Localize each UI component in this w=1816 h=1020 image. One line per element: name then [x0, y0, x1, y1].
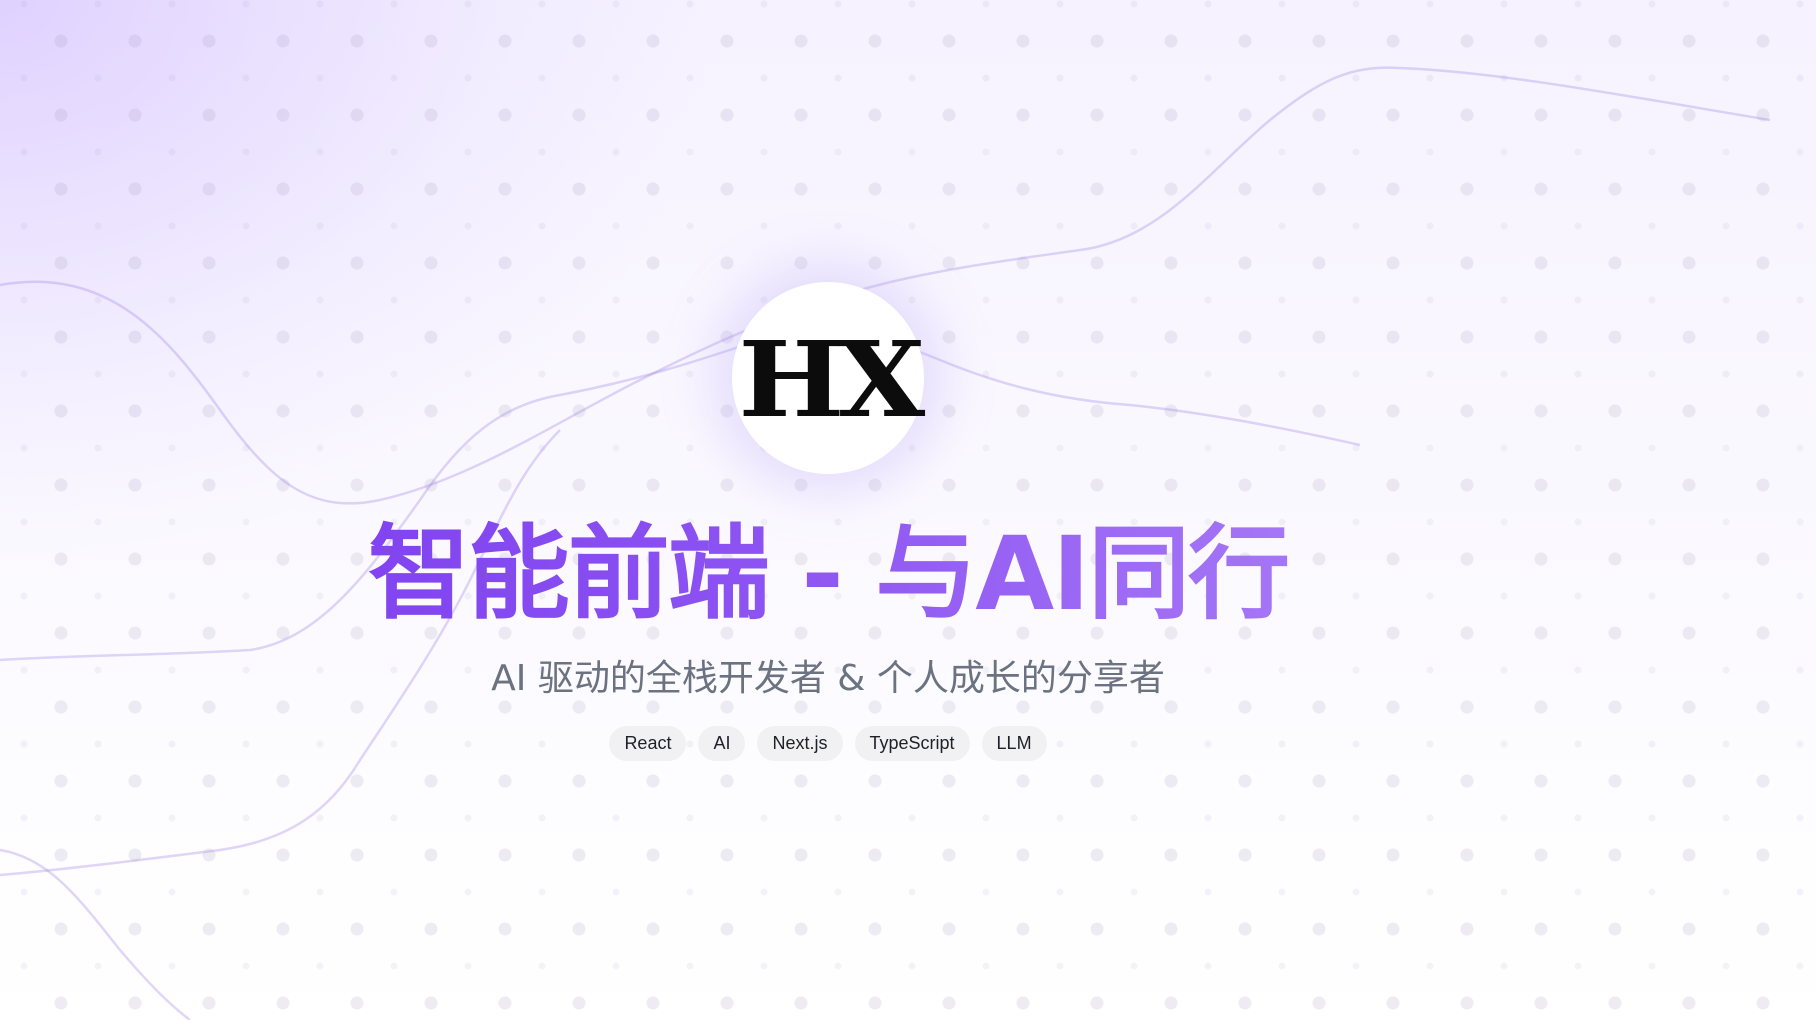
hero-title: 智能前端 - 与AI同行 — [0, 516, 1656, 634]
tag-ai[interactable]: AI — [698, 726, 746, 761]
tag-typescript[interactable]: TypeScript — [854, 726, 970, 761]
logo-avatar: HX — [732, 282, 925, 474]
background-wave-lines — [0, 66, 1771, 1020]
hero-subtitle: AI 驱动的全栈开发者 & 个人成长的分享者 — [491, 658, 1165, 699]
tag-react[interactable]: React — [609, 726, 687, 761]
tag-llm[interactable]: LLM — [981, 726, 1047, 761]
tag-list: React AI Next.js TypeScript LLM — [0, 726, 1656, 761]
logo-text: HX — [737, 318, 925, 441]
tag-nextjs[interactable]: Next.js — [757, 726, 843, 761]
